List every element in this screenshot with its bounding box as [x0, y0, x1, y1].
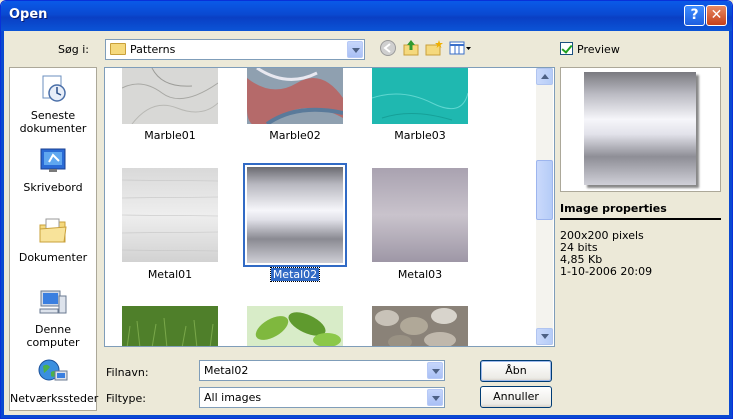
image-date: 1-10-2006 20:09 — [560, 265, 653, 278]
recent-documents-icon — [42, 75, 66, 102]
leaves-thumbnail[interactable] — [247, 306, 343, 347]
documents-folder-icon — [39, 218, 67, 243]
close-button[interactable]: ✕ — [706, 5, 727, 26]
chevron-down-icon[interactable] — [347, 41, 363, 58]
filetype-label: Filtype: — [106, 392, 146, 405]
file-name[interactable]: Metal01 — [110, 268, 230, 281]
properties-divider — [560, 218, 721, 220]
open-dialog: Open ? ✕ Søg i: Patterns Preview Seneste… — [0, 0, 733, 419]
place-recent-documents[interactable]: Seneste dokumenter — [10, 74, 96, 135]
filetype-combo[interactable]: All images — [199, 387, 445, 408]
up-folder-icon[interactable] — [402, 39, 420, 57]
scroll-thumb[interactable] — [536, 160, 553, 220]
file-name[interactable]: Marble01 — [110, 129, 230, 142]
grass-thumbnail[interactable] — [122, 306, 218, 347]
new-folder-icon[interactable] — [425, 39, 443, 57]
file-list[interactable]: Marble01 Marble02 Marble03 Metal01 Metal… — [104, 67, 555, 347]
place-label: Skrivebord — [23, 181, 83, 194]
folder-icon — [110, 43, 126, 55]
lookin-value: Patterns — [130, 43, 176, 56]
chevron-down-icon[interactable] — [427, 389, 443, 406]
file-name[interactable]: Marble02 — [235, 129, 355, 142]
preview-image — [584, 72, 696, 185]
pebbles-thumbnail[interactable] — [372, 306, 468, 347]
place-network[interactable]: Netværkssteder — [10, 357, 99, 405]
help-button[interactable]: ? — [684, 5, 705, 26]
cancel-button[interactable]: Annuller — [480, 386, 552, 408]
computer-icon — [39, 290, 67, 314]
place-label: Denne computer — [26, 323, 80, 349]
place-label: Seneste dokumenter — [19, 109, 87, 135]
desktop-icon — [40, 148, 66, 172]
lookin-label: Søg i: — [58, 43, 89, 56]
marble-red-thumbnail[interactable] — [247, 68, 343, 124]
back-icon[interactable] — [379, 39, 397, 57]
preview-checkbox[interactable] — [560, 42, 573, 55]
preview-pane — [560, 67, 721, 192]
brushed-metal-thumbnail[interactable] — [122, 168, 218, 262]
title-bar[interactable]: Open ? ✕ — [1, 1, 732, 31]
lookin-combo[interactable]: Patterns — [105, 39, 365, 60]
file-name[interactable]: Metal03 — [360, 268, 480, 281]
scroll-up-icon[interactable] — [536, 68, 553, 85]
purple-metal-thumbnail[interactable] — [372, 168, 468, 262]
dialog-title: Open — [9, 7, 48, 22]
network-places-icon — [38, 359, 68, 381]
place-label: Dokumenter — [18, 251, 88, 264]
open-button[interactable]: Åbn — [480, 360, 552, 382]
image-properties-heading: Image properties — [560, 202, 667, 215]
filetype-value: All images — [204, 391, 262, 404]
scroll-down-icon[interactable] — [536, 328, 553, 345]
filename-label: Filnavn: — [106, 366, 149, 379]
chevron-down-icon[interactable] — [427, 362, 443, 379]
filename-combo[interactable]: Metal02 — [199, 360, 445, 381]
marble-teal-thumbnail[interactable] — [372, 68, 468, 124]
place-documents[interactable]: Dokumenter — [10, 216, 96, 264]
place-desktop[interactable]: Skrivebord — [10, 146, 96, 194]
preview-label: Preview — [577, 43, 620, 56]
marble-gray-thumbnail[interactable] — [122, 68, 218, 124]
file-name[interactable]: Marble03 — [360, 129, 480, 142]
vertical-scrollbar[interactable] — [536, 68, 553, 345]
place-computer[interactable]: Denne computer — [10, 288, 96, 349]
chrome-gradient-thumbnail[interactable] — [247, 167, 343, 263]
places-bar: Seneste dokumenter Skrivebord Dokumenter — [9, 67, 99, 411]
place-label: Netværkssteder — [10, 392, 99, 405]
views-menu-icon[interactable] — [449, 39, 473, 57]
file-name-selected[interactable]: Metal02 — [235, 267, 355, 282]
filename-value[interactable]: Metal02 — [204, 364, 248, 377]
